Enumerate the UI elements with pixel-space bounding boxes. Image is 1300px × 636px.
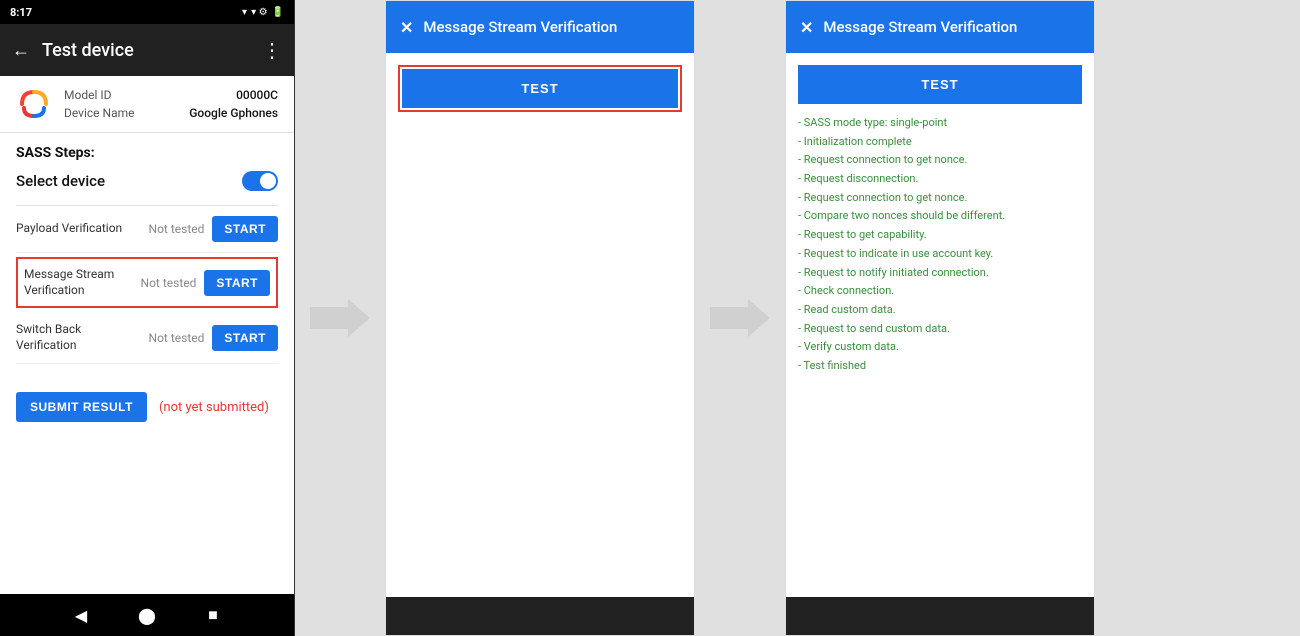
result-line-1: - SASS mode type: single-point [798, 114, 1082, 133]
dialog-1-footer [386, 597, 694, 635]
result-line-2: - Initialization complete [798, 133, 1082, 152]
dialog-header-2: ✕ Message Stream Verification [786, 1, 1094, 53]
message-stream-verification-name: Message StreamVerification [24, 267, 126, 298]
device-fields: Model ID 00000C Device Name Google Gphon… [64, 86, 278, 122]
home-nav-icon[interactable]: ⬤ [138, 606, 156, 624]
result-line-9: - Request to notify initiated connection… [798, 264, 1082, 283]
arrow-2-icon [710, 299, 770, 337]
submit-result-button[interactable]: SUBMIT RESULT [16, 392, 147, 422]
signal-icon: ▾ [242, 7, 247, 18]
device-name-label: Device Name [64, 106, 135, 120]
arrow-1-icon [310, 299, 370, 337]
menu-icon[interactable]: ⋮ [262, 38, 282, 62]
result-line-12: - Request to send custom data. [798, 320, 1082, 339]
result-line-4: - Request disconnection. [798, 170, 1082, 189]
payload-verification-row: Payload Verification Not tested START [16, 206, 278, 253]
dialog-1-test-button[interactable]: TEST [402, 69, 678, 108]
dialog-2-footer [786, 597, 1094, 635]
result-line-6: - Compare two nonces should be different… [798, 207, 1082, 226]
result-line-14: - Test finished [798, 357, 1082, 376]
switch-back-verification-status: Not tested [142, 331, 204, 345]
device-name-value: Google Gphones [189, 106, 278, 120]
model-id-value: 00000C [236, 88, 278, 102]
switch-back-verification-name: Switch Back Verification [16, 322, 134, 353]
result-line-10: - Check connection. [798, 282, 1082, 301]
recents-nav-icon[interactable]: ■ [204, 606, 222, 624]
dialog-box-2: ✕ Message Stream Verification TEST - SAS… [785, 0, 1095, 636]
dialog-2-body: TEST - SASS mode type: single-point - In… [786, 53, 1094, 597]
message-stream-verification-status: Not tested [134, 276, 196, 290]
arrow-1-container [295, 0, 385, 636]
select-device-toggle[interactable] [242, 171, 278, 191]
battery-icon: 🔋 [272, 7, 284, 18]
message-stream-verification-row-wrapper: Message StreamVerification Not tested ST… [16, 257, 278, 308]
result-line-3: - Request connection to get nonce. [798, 151, 1082, 170]
dialog-header-1: ✕ Message Stream Verification [386, 1, 694, 53]
result-line-11: - Read custom data. [798, 301, 1082, 320]
switch-back-verification-row: Switch Back Verification Not tested STAR… [16, 312, 278, 364]
result-line-7: - Request to get capability. [798, 226, 1082, 245]
result-line-5: - Request connection to get nonce. [798, 189, 1082, 208]
select-device-row: Select device [16, 171, 278, 191]
model-id-label: Model ID [64, 88, 111, 102]
message-stream-verification-start-button[interactable]: START [204, 270, 270, 296]
phone-panel: 8:17 ▾ ▾ ⚙ 🔋 ← Test device ⋮ Model ID 00… [0, 0, 295, 636]
payload-verification-name: Payload Verification [16, 221, 134, 237]
device-info: Model ID 00000C Device Name Google Gphon… [0, 76, 294, 133]
phone-content: Model ID 00000C Device Name Google Gphon… [0, 76, 294, 594]
status-icons: ▾ ▾ ⚙ 🔋 [242, 7, 284, 18]
dialog-2-title: Message Stream Verification [823, 18, 1080, 36]
status-time: 8:17 [10, 6, 32, 19]
status-bar: 8:17 ▾ ▾ ⚙ 🔋 [0, 0, 294, 24]
payload-verification-start-button[interactable]: START [212, 216, 278, 242]
test-button-outline: TEST [398, 65, 682, 112]
dialog-2-close-icon[interactable]: ✕ [800, 18, 813, 37]
wifi-icon: ▾ ⚙ [251, 7, 267, 18]
not-submitted-text: (not yet submitted) [159, 400, 269, 415]
model-id-row: Model ID 00000C [64, 86, 278, 104]
submit-section: SUBMIT RESULT (not yet submitted) [0, 376, 294, 438]
app-logo [16, 86, 52, 122]
sass-title: SASS Steps: [16, 145, 278, 161]
arrow-2-container [695, 0, 785, 636]
dialog-1-close-icon[interactable]: ✕ [400, 18, 413, 37]
dialog-panel-1: ✕ Message Stream Verification TEST [385, 0, 695, 636]
dialog-1-body: TEST [386, 53, 694, 597]
switch-back-verification-start-button[interactable]: START [212, 325, 278, 351]
result-line-13: - Verify custom data. [798, 338, 1082, 357]
payload-verification-status: Not tested [142, 222, 204, 236]
result-line-8: - Request to indicate in use account key… [798, 245, 1082, 264]
dialog-2-test-button[interactable]: TEST [798, 65, 1082, 104]
back-nav-icon[interactable]: ◀ [72, 606, 90, 624]
dialog-1-title: Message Stream Verification [423, 18, 680, 36]
dialog-panel-2: ✕ Message Stream Verification TEST - SAS… [785, 0, 1095, 636]
message-stream-verification-row: Message StreamVerification Not tested ST… [20, 261, 274, 304]
app-bar-title: Test device [42, 40, 250, 61]
navigation-bar: ◀ ⬤ ■ [0, 594, 294, 636]
back-icon[interactable]: ← [12, 41, 30, 59]
dialog-box-1: ✕ Message Stream Verification TEST [385, 0, 695, 636]
app-bar: ← Test device ⋮ [0, 24, 294, 76]
dialog-2-results: - SASS mode type: single-point - Initial… [798, 114, 1082, 376]
device-name-row: Device Name Google Gphones [64, 104, 278, 122]
select-device-label: Select device [16, 172, 105, 190]
sass-section: SASS Steps: Select device Payload Verifi… [0, 133, 294, 376]
